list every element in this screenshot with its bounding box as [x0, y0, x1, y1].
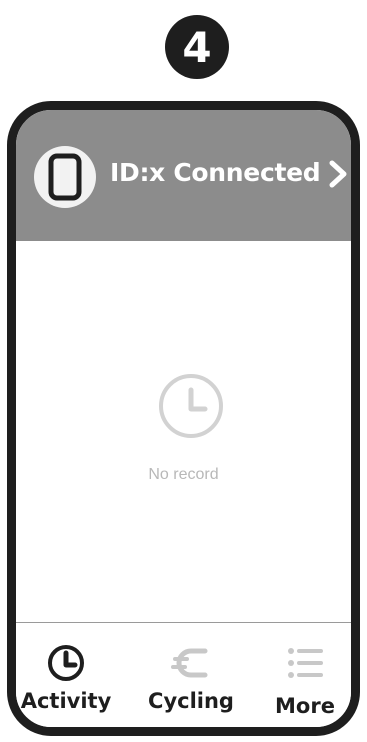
clock-icon: [48, 645, 84, 681]
chevron-right-icon[interactable]: [329, 160, 347, 188]
connection-status-text: ID:x Connected: [110, 158, 321, 187]
phone-frame: ID:x Connected No record Activity Cyclin…: [7, 101, 360, 736]
tab-activity-label: Activity: [20, 689, 112, 713]
device-avatar: [34, 146, 96, 208]
tab-activity[interactable]: Activity: [16, 623, 121, 727]
empty-state-text: No record: [148, 466, 219, 483]
tab-cycling-label: Cycling: [148, 689, 234, 713]
bottom-tab-bar: Activity Cycling More: [16, 622, 351, 727]
cycling-icon: [171, 648, 208, 678]
tab-more[interactable]: More: [250, 623, 351, 727]
tab-cycling[interactable]: Cycling: [136, 623, 246, 727]
step-number-badge: 4: [165, 15, 229, 79]
clock-icon: [159, 374, 223, 438]
phone-icon: [48, 153, 82, 201]
tab-more-label: More: [275, 694, 335, 718]
connection-header[interactable]: ID:x Connected: [16, 110, 351, 241]
list-icon: [288, 648, 323, 678]
